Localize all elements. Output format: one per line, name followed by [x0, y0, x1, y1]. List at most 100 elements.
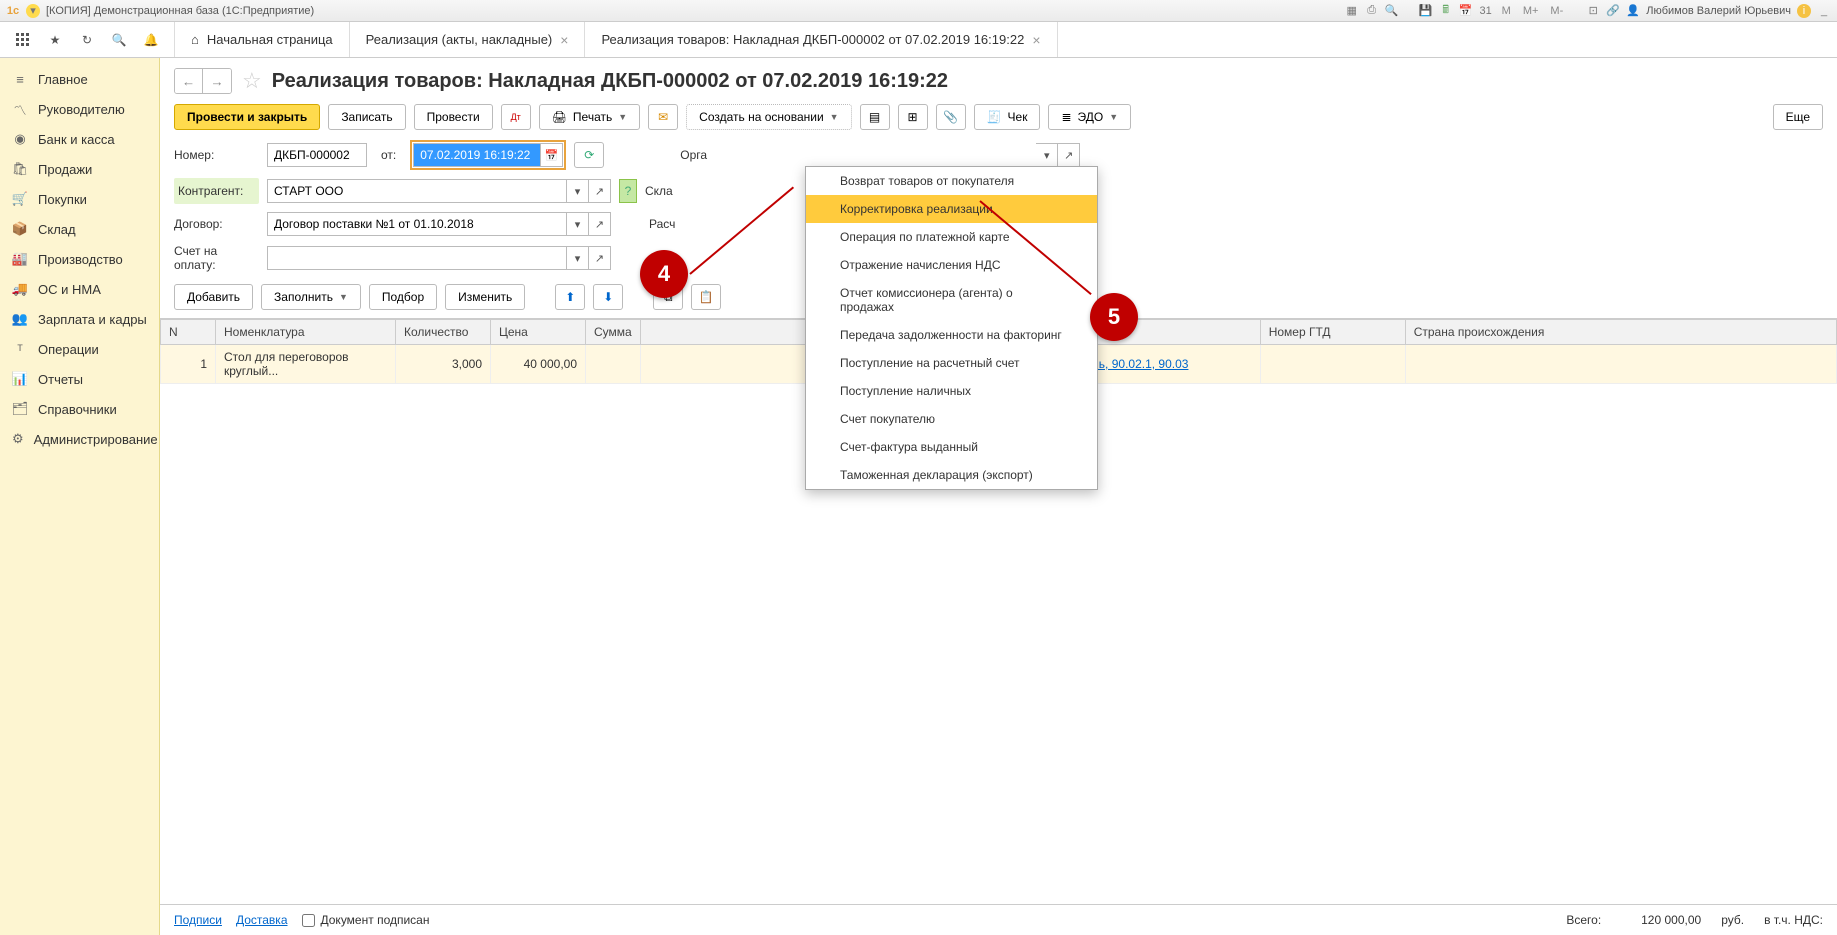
list-button[interactable]: ▤ [860, 104, 890, 130]
m-button[interactable]: М [1499, 5, 1514, 17]
user-name[interactable]: Любимов Валерий Юрьевич [1646, 5, 1791, 17]
dt-kt-button[interactable]: Дт [501, 104, 531, 130]
mminus-button[interactable]: М- [1547, 5, 1566, 17]
sidebar-item-prod[interactable]: 🏭Производство [0, 244, 159, 274]
calendar-picker-icon[interactable]: 📅 [541, 143, 563, 167]
sidebar-item-dir[interactable]: 🗂Справочники [0, 394, 159, 424]
pick-button[interactable]: Подбор [369, 284, 437, 310]
org-dropdown-icon[interactable]: ▾ [1036, 143, 1058, 167]
mplus-button[interactable]: М+ [1520, 5, 1542, 17]
sidebar-item-stock[interactable]: 📦Склад [0, 214, 159, 244]
more-button[interactable]: Еще [1773, 104, 1823, 130]
dropdown-item[interactable]: Счет-фактура выданный [806, 433, 1097, 461]
move-up-button[interactable]: ⬆ [555, 284, 585, 310]
sidebar-item-ops[interactable]: ᵀОперации [0, 334, 159, 364]
col-gtd[interactable]: Номер ГТД [1260, 320, 1405, 345]
change-button[interactable]: Изменить [445, 284, 525, 310]
attach-button[interactable]: 📎 [936, 104, 966, 130]
post-button[interactable]: Провести [414, 104, 493, 130]
write-button[interactable]: Записать [328, 104, 405, 130]
col-qty[interactable]: Количество [396, 320, 491, 345]
print-button[interactable]: 🖨Печать▼ [539, 104, 640, 130]
doc-signed-checkbox[interactable]: Документ подписан [302, 913, 430, 927]
col-nom[interactable]: Номенклатура [216, 320, 396, 345]
apps-icon[interactable] [14, 31, 32, 49]
mail-button[interactable]: ✉ [648, 104, 678, 130]
sidebar-item-main[interactable]: ≡Главное [0, 64, 159, 94]
check-button[interactable]: 🧾Чек [974, 104, 1041, 130]
close-icon[interactable]: × [560, 32, 568, 48]
dropdown-item[interactable]: Счет покупателю [806, 405, 1097, 433]
close-icon[interactable]: × [1032, 32, 1040, 48]
dropdown-item[interactable]: Отчет комиссионера (агента) о продажах [806, 279, 1097, 321]
col-price[interactable]: Цена [491, 320, 586, 345]
forward-button[interactable]: → [203, 69, 231, 93]
calc-icon[interactable]: 🖩 [1439, 4, 1453, 18]
dropdown-icon[interactable]: ▾ [26, 4, 40, 18]
dog-open-icon[interactable]: ↗ [589, 212, 611, 236]
contr-dropdown-icon[interactable]: ▾ [567, 179, 589, 203]
col-sum[interactable]: Сумма [586, 320, 641, 345]
bell-icon[interactable]: 🔔 [142, 31, 160, 49]
tab-sales[interactable]: Реализация (акты, накладные) × [350, 22, 586, 57]
inv-open-icon[interactable]: ↗ [589, 246, 611, 270]
sidebar-item-reports[interactable]: 📊Отчеты [0, 364, 159, 394]
contractor-field[interactable] [267, 179, 567, 203]
help-icon[interactable]: ? [619, 179, 637, 203]
sidebar-item-salary[interactable]: 👥Зарплата и кадры [0, 304, 159, 334]
search-top-icon[interactable]: ⊡ [1586, 4, 1600, 18]
sidebar-item-manager[interactable]: 〽Руководителю [0, 94, 159, 124]
org-open-icon[interactable]: ↗ [1058, 143, 1080, 167]
history-icon[interactable]: ↻ [78, 31, 96, 49]
tab-document[interactable]: Реализация товаров: Накладная ДКБП-00000… [585, 22, 1057, 57]
calendar-icon[interactable]: 📅 [1459, 4, 1473, 18]
signatures-link[interactable]: Подписи [174, 913, 222, 927]
number-field[interactable] [267, 143, 367, 167]
link-icon[interactable]: 🔗 [1606, 4, 1620, 18]
dropdown-item[interactable]: Отражение начисления НДС [806, 251, 1097, 279]
edo-button[interactable]: ≣ЭДО▼ [1048, 104, 1131, 130]
star-tab-icon[interactable]: ★ [46, 31, 64, 49]
save-icon[interactable]: 💾 [1419, 4, 1433, 18]
delivery-link[interactable]: Доставка [236, 913, 288, 927]
struct-button[interactable]: ⊞ [898, 104, 928, 130]
date-field[interactable] [413, 143, 541, 167]
sidebar-item-sales[interactable]: 🛍Продажи [0, 154, 159, 184]
paste-button[interactable]: 📋 [691, 284, 721, 310]
create-based-button[interactable]: Создать на основании▼ [686, 104, 851, 130]
favorite-icon[interactable]: ☆ [242, 68, 262, 94]
back-button[interactable]: ← [175, 69, 203, 93]
contr-open-icon[interactable]: ↗ [589, 179, 611, 203]
dropdown-item[interactable]: Поступление на расчетный счет [806, 349, 1097, 377]
invoice-field[interactable] [267, 246, 567, 270]
info-icon[interactable]: i [1797, 4, 1811, 18]
refresh-date-button[interactable]: ⟳ [574, 142, 604, 168]
dropdown-item[interactable]: Операция по платежной карте [806, 223, 1097, 251]
total-value: 120 000,00 [1621, 913, 1701, 927]
dog-dropdown-icon[interactable]: ▾ [567, 212, 589, 236]
search-icon[interactable]: 🔍 [110, 31, 128, 49]
post-close-button[interactable]: Провести и закрыть [174, 104, 320, 130]
dropdown-item[interactable]: Возврат товаров от покупателя [806, 167, 1097, 195]
col-country[interactable]: Страна происхождения [1405, 320, 1836, 345]
col-n[interactable]: N [161, 320, 216, 345]
fill-button[interactable]: Заполнить▼ [261, 284, 361, 310]
tab-home[interactable]: ⌂ Начальная страница [175, 22, 350, 57]
dropdown-item-active[interactable]: Корректировка реализации [806, 195, 1097, 223]
move-down-button[interactable]: ⬇ [593, 284, 623, 310]
contract-field[interactable] [267, 212, 567, 236]
preview-icon[interactable]: 🔍 [1385, 4, 1399, 18]
min-icon[interactable]: _ [1817, 4, 1831, 18]
tb-icon-1[interactable]: ▦ [1345, 4, 1359, 18]
dropdown-item[interactable]: Поступление наличных [806, 377, 1097, 405]
print-icon[interactable]: ⎙ [1365, 4, 1379, 18]
inv-dropdown-icon[interactable]: ▾ [567, 246, 589, 270]
sidebar-item-bank[interactable]: ◉Банк и касса [0, 124, 159, 154]
date-icon[interactable]: 31 [1479, 4, 1493, 18]
sidebar-item-os[interactable]: 🚚ОС и НМА [0, 274, 159, 304]
sidebar-item-buy[interactable]: 🛒Покупки [0, 184, 159, 214]
dropdown-item[interactable]: Передача задолженности на факторинг [806, 321, 1097, 349]
sidebar-item-admin[interactable]: ⚙Администрирование [0, 424, 159, 454]
dropdown-item[interactable]: Таможенная декларация (экспорт) [806, 461, 1097, 489]
add-button[interactable]: Добавить [174, 284, 253, 310]
